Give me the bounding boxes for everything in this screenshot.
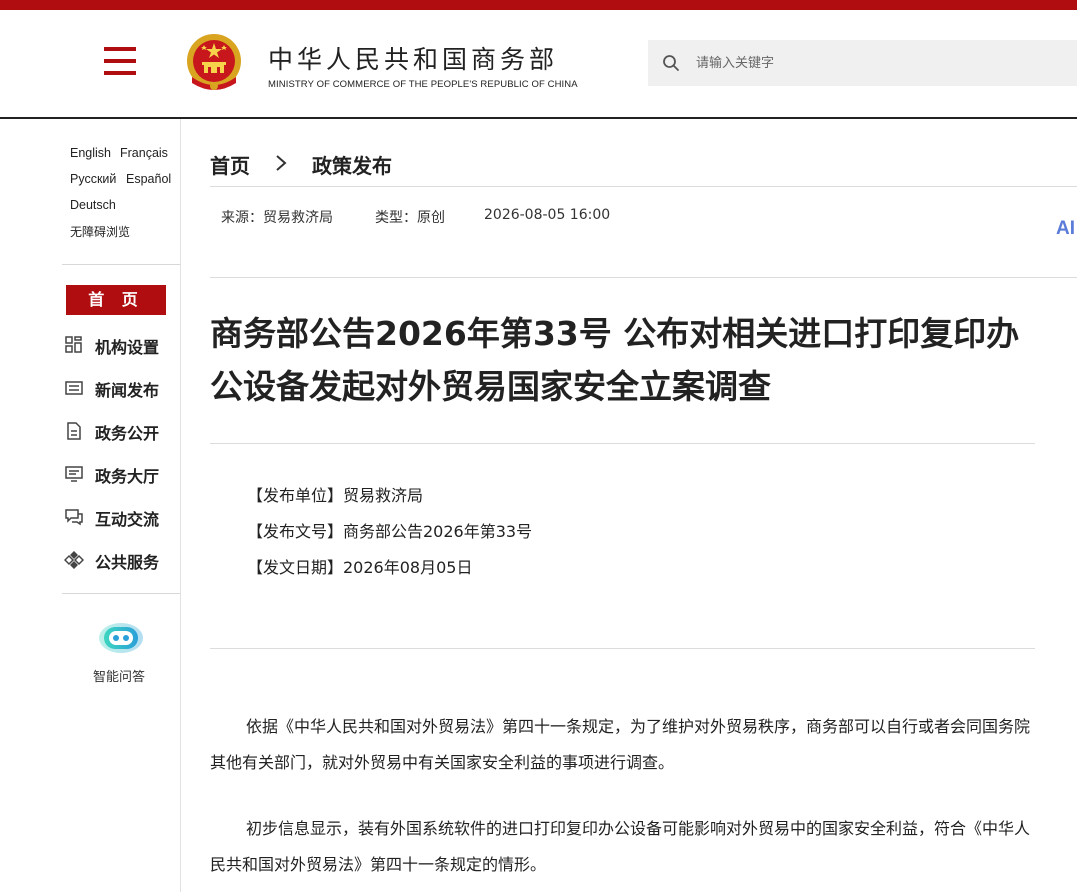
article-paragraph: 初步信息显示，装有外国系统软件的进口打印复印办公设备可能影响对外贸易中的国家安全…: [210, 819, 1031, 874]
breadcrumb-divider: [210, 186, 1077, 187]
title-divider: [210, 443, 1035, 444]
sidebar-item-label: 政务公开: [95, 424, 160, 443]
info-divider: [210, 648, 1035, 649]
accessibility-link[interactable]: 无障碍浏览: [70, 223, 130, 240]
ai-button[interactable]: AI: [1056, 218, 1075, 240]
article-source: 来源：贸易救济局: [221, 210, 333, 226]
menu-icon[interactable]: [104, 47, 136, 75]
sidebar-item-government-affairs[interactable]: 政务公开: [64, 418, 174, 443]
article-paragraph: 依据《中华人民共和国对外贸易法》第四十一条规定，为了维护对外贸易秩序，商务部可以…: [210, 717, 1031, 772]
sidebar-item-service-hall[interactable]: 政务大厅: [64, 461, 174, 486]
search-bar: [648, 40, 1077, 86]
service-icon: [64, 551, 84, 569]
document-icon: [67, 422, 81, 440]
sidebar-item-news[interactable]: 新闻发布: [64, 375, 174, 400]
sidebar-item-label: 公共服务: [95, 553, 160, 572]
sidebar-home-button[interactable]: 首 页: [66, 285, 166, 315]
chat-icon: [65, 509, 83, 526]
lang-spanish[interactable]: Español: [126, 172, 171, 186]
sidebar-separator: [62, 593, 180, 594]
article-datetime: 2026-08-05 16:00: [484, 207, 611, 223]
national-emblem-icon: [187, 34, 241, 90]
site-name-english: MINISTRY OF COMMERCE OF THE PEOPLE'S REP…: [268, 79, 578, 90]
grid-icon: [65, 336, 82, 353]
lang-english[interactable]: English: [70, 146, 111, 160]
search-input[interactable]: [696, 40, 1066, 86]
search-icon[interactable]: [662, 54, 680, 72]
lang-russian[interactable]: Русский: [70, 172, 116, 186]
top-red-bar: [0, 0, 1077, 10]
info-document-number: 【发布文号】商务部公告2026年第33号: [247, 522, 533, 541]
assistant-label[interactable]: 智能问答: [93, 666, 145, 685]
site-name: 中华人民共和国商务部: [268, 45, 559, 74]
lang-french[interactable]: Français: [120, 146, 168, 160]
sidebar-item-label: 政务大厅: [95, 467, 160, 486]
article-type: 类型：原创: [375, 210, 445, 226]
sidebar-item-label: 机构设置: [95, 338, 160, 357]
sidebar-item-public-service[interactable]: 公共服务: [64, 547, 174, 572]
breadcrumb-current[interactable]: 政策发布: [312, 150, 392, 179]
sidebar-item-label: 新闻发布: [95, 381, 160, 400]
monitor-icon: [65, 466, 83, 482]
header-divider: [0, 117, 1077, 119]
sidebar-separator: [62, 264, 180, 265]
article-title: 商务部公告2026年第33号 公布对相关进口打印复印办公设备发起对外贸易国家安全…: [210, 314, 1020, 406]
sidebar-item-interaction[interactable]: 互动交流: [64, 504, 174, 529]
chevron-right-icon: [276, 155, 287, 171]
info-issuer: 【发布单位】贸易救济局: [247, 486, 424, 505]
sidebar-divider: [180, 119, 181, 892]
breadcrumb-home[interactable]: 首页: [210, 150, 250, 179]
sidebar-item-label: 互动交流: [95, 510, 160, 529]
news-icon: [65, 381, 83, 395]
lang-german[interactable]: Deutsch: [70, 198, 116, 212]
sidebar-item-organization[interactable]: 机构设置: [64, 332, 174, 357]
robot-assistant-icon[interactable]: [98, 621, 144, 655]
info-issue-date: 【发文日期】2026年08月05日: [247, 558, 473, 577]
meta-divider: [210, 277, 1077, 278]
